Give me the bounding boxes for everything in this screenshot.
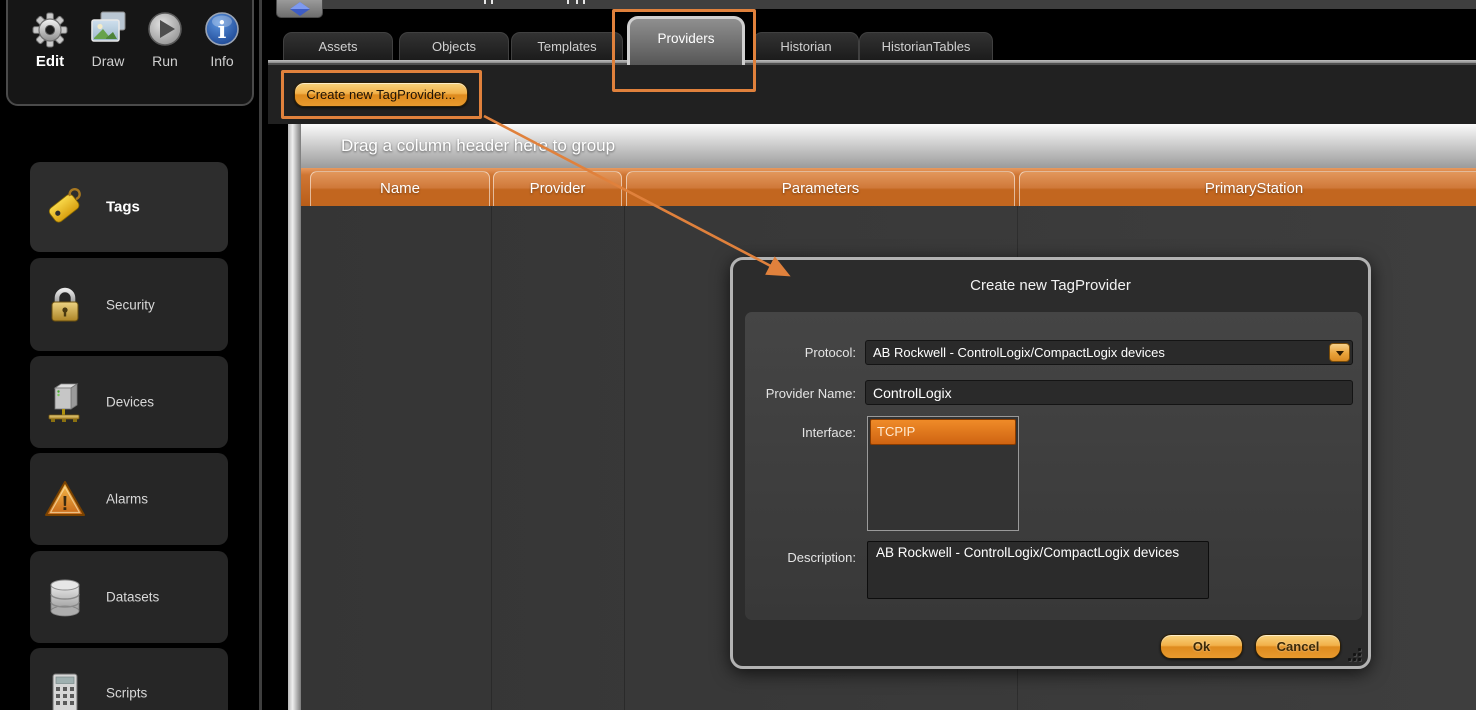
create-tagprovider-button[interactable]: Create new TagProvider... [294,82,468,107]
tabs-underline-shadow [268,63,1476,65]
grid-header-row: Name Provider Parameters PrimaryStation [301,168,1476,206]
sidebar-item-label: Scripts [106,686,147,701]
description-textarea[interactable]: AB Rockwell - ControlLogix/CompactLogix … [867,541,1209,599]
column-separator [624,206,625,710]
top-strip-mark [491,0,493,4]
app-home-button[interactable] [276,0,323,18]
column-header-primarystation[interactable]: PrimaryStation [1019,171,1476,206]
dialog-title: Create new TagProvider [733,277,1368,294]
tab-historian[interactable]: Historian [753,32,859,61]
device-icon [42,379,88,425]
play-icon [143,6,187,52]
ok-button[interactable]: Ok [1160,634,1243,659]
sidebar-item-alarms[interactable]: ! Alarms [30,453,228,545]
sidebar-item-label: Security [106,297,155,312]
top-strip-mark [484,0,486,4]
sidebar-item-label: Devices [106,395,154,410]
description-label: Description: [743,550,856,565]
sidebar-divider [259,0,262,710]
svg-text:!: ! [62,493,69,515]
create-tagprovider-dialog: Create new TagProvider Protocol: AB Rock… [730,257,1371,669]
provider-name-label: Provider Name: [743,386,856,401]
padlock-icon [42,282,88,328]
calculator-icon [42,670,88,710]
top-strip-mark [583,0,585,4]
edit-mode-label: Edit [22,53,78,70]
sidebar-item-datasets[interactable]: Datasets [30,551,228,643]
column-separator [491,206,492,710]
protocol-dropdown-button[interactable] [1329,343,1350,362]
tab-templates[interactable]: Templates [511,32,623,61]
draw-mode-button[interactable]: Draw [80,6,136,69]
sidebar-item-tags[interactable]: Tags [30,162,228,252]
tab-assets[interactable]: Assets [283,32,393,61]
sidebar-item-security[interactable]: Security [30,258,228,351]
sidebar-item-label: Alarms [106,492,148,507]
tab-providers[interactable]: Providers [627,16,745,65]
sidebar-item-label: Datasets [106,590,159,605]
interface-label: Interface: [743,425,856,440]
provider-name-input[interactable] [865,380,1353,405]
mode-toolbar: Edit Draw Run i Info [6,0,254,106]
gear-icon [28,6,72,52]
pictures-icon [86,6,130,52]
run-mode-label: Run [137,53,193,69]
top-strip-mark [576,0,578,4]
cancel-button[interactable]: Cancel [1255,634,1341,659]
svg-text:i: i [218,17,227,44]
sidebar-item-label: Tags [106,199,140,216]
info-label: Info [194,53,250,69]
info-icon: i [200,6,244,52]
column-header-provider[interactable]: Provider [493,171,622,206]
resize-grip[interactable] [1347,647,1361,661]
interface-option-tcpip[interactable]: TCPIP [870,419,1016,445]
top-window-strip [322,0,1476,9]
protocol-combobox[interactable]: AB Rockwell - ControlLogix/CompactLogix … [865,340,1353,365]
diamond-icon [290,2,310,16]
top-strip-mark [567,0,569,4]
edit-mode-button[interactable]: Edit [22,6,78,70]
sidebar-item-devices[interactable]: Devices [30,356,228,448]
interface-listbox[interactable]: TCPIP [867,416,1019,531]
tag-icon [42,184,88,230]
column-header-parameters[interactable]: Parameters [626,171,1015,206]
info-button[interactable]: i Info [194,6,250,69]
grid-group-drop-zone[interactable]: Drag a column header here to group [301,124,1476,168]
draw-mode-label: Draw [80,53,136,69]
grid-left-edge [288,124,301,710]
protocol-label: Protocol: [743,345,856,360]
run-mode-button[interactable]: Run [137,6,193,69]
application-window: Edit Draw Run i Info [0,0,1476,710]
sidebar-item-scripts[interactable]: Scripts [30,648,228,710]
column-header-name[interactable]: Name [310,171,490,206]
database-icon [42,574,88,620]
warning-triangle-icon: ! [42,476,88,522]
chevron-down-icon [1336,351,1344,356]
protocol-value: AB Rockwell - ControlLogix/CompactLogix … [873,341,1165,364]
tab-historiantables[interactable]: HistorianTables [859,32,993,61]
tab-objects[interactable]: Objects [399,32,509,61]
